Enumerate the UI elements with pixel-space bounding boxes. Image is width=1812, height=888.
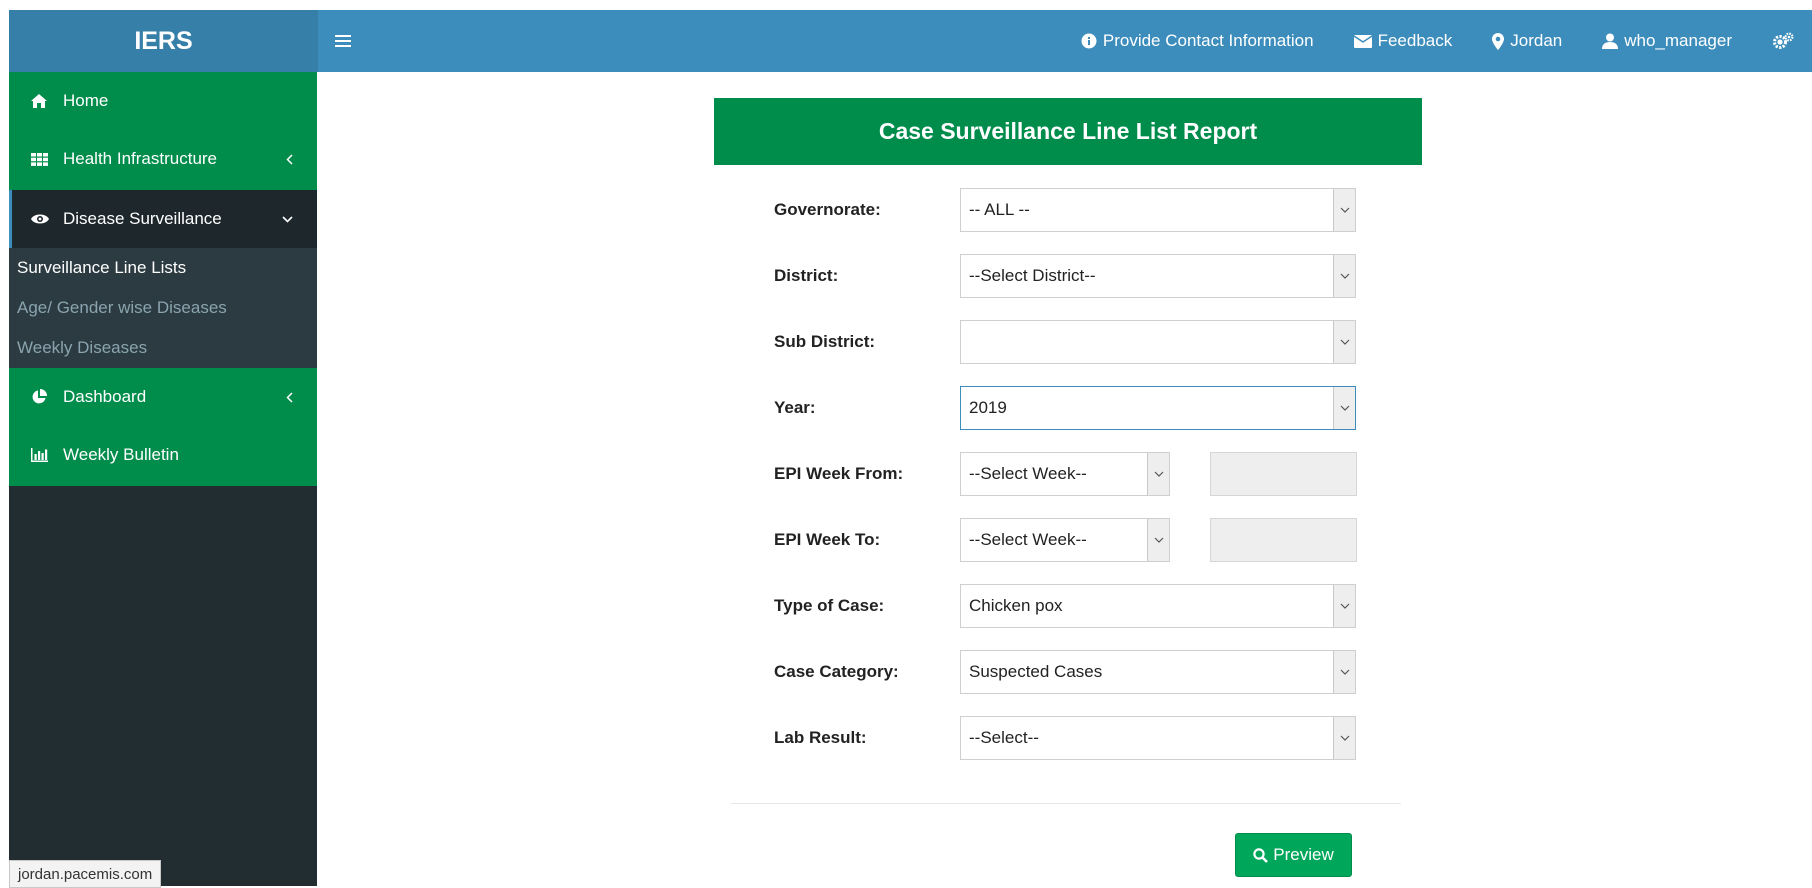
chevron-down-icon bbox=[282, 190, 293, 248]
governorate-label: Governorate: bbox=[774, 200, 881, 219]
user-icon bbox=[1602, 33, 1619, 49]
epi-week-to-value: --Select Week-- bbox=[969, 530, 1087, 549]
year-select[interactable]: 2019 bbox=[960, 386, 1356, 430]
info-circle-icon bbox=[1081, 33, 1097, 49]
provide-contact-label: Provide Contact Information bbox=[1102, 31, 1314, 50]
feedback-link[interactable]: Feedback bbox=[1353, 31, 1453, 51]
epi-week-to-select[interactable]: --Select Week-- bbox=[960, 518, 1170, 562]
menu-toggle-button[interactable] bbox=[335, 10, 375, 72]
case-category-label: Case Category: bbox=[774, 662, 899, 681]
chevron-down-icon bbox=[1147, 453, 1169, 495]
chevron-down-icon bbox=[1333, 387, 1355, 429]
epi-week-from-label: EPI Week From: bbox=[774, 464, 904, 483]
submenu-item-surveillance-line-lists[interactable]: Surveillance Line Lists bbox=[17, 248, 186, 288]
location-link[interactable]: Jordan bbox=[1492, 31, 1562, 51]
submenu-item-weekly-diseases[interactable]: Weekly Diseases bbox=[17, 328, 147, 368]
search-icon bbox=[1253, 847, 1269, 863]
form-divider bbox=[731, 803, 1401, 804]
pie-chart-icon bbox=[31, 389, 53, 405]
chevron-down-icon bbox=[1333, 651, 1355, 693]
hamburger-icon bbox=[335, 35, 351, 47]
sub-district-select[interactable] bbox=[960, 320, 1356, 364]
year-label: Year: bbox=[774, 398, 816, 417]
sidebar-item-label: Dashboard bbox=[63, 387, 147, 406]
location-label: Jordan bbox=[1510, 31, 1563, 50]
sidebar-item-label: Home bbox=[63, 91, 109, 110]
district-value: --Select District-- bbox=[969, 266, 1096, 285]
gears-icon bbox=[1773, 32, 1794, 49]
submenu-item-age-gender-diseases[interactable]: Age/ Gender wise Diseases bbox=[17, 288, 227, 328]
settings-button[interactable] bbox=[1772, 32, 1800, 50]
sidebar-item-label: Weekly Bulletin bbox=[63, 445, 179, 464]
eye-icon bbox=[31, 213, 53, 225]
epi-week-from-value: --Select Week-- bbox=[969, 464, 1087, 483]
year-value: 2019 bbox=[969, 398, 1007, 417]
top-navbar: IERS Provide Contact Information Feedbac… bbox=[9, 10, 1812, 72]
feedback-label: Feedback bbox=[1377, 31, 1453, 50]
sub-district-label: Sub District: bbox=[774, 332, 876, 351]
report-title: Case Surveillance Line List Report bbox=[714, 98, 1422, 165]
sidebar-item-label: Disease Surveillance bbox=[63, 209, 222, 228]
epi-week-from-select[interactable]: --Select Week-- bbox=[960, 452, 1170, 496]
district-label: District: bbox=[774, 266, 839, 285]
home-icon bbox=[31, 94, 53, 108]
chevron-down-icon bbox=[1333, 585, 1355, 627]
epi-week-to-date-field bbox=[1210, 518, 1357, 562]
epi-week-from-date-field bbox=[1210, 452, 1357, 496]
type-of-case-label: Type of Case: bbox=[774, 596, 885, 615]
type-of-case-select[interactable]: Chicken pox bbox=[960, 584, 1356, 628]
preview-button[interactable]: Preview bbox=[1235, 833, 1352, 877]
sidebar-item-dashboard[interactable]: Dashboard bbox=[9, 368, 317, 426]
case-category-value: Suspected Cases bbox=[969, 662, 1103, 681]
sidebar-item-weekly-bulletin[interactable]: Weekly Bulletin bbox=[9, 426, 317, 484]
sidebar-item-label: Health Infrastructure bbox=[63, 149, 218, 168]
chevron-left-icon bbox=[286, 368, 293, 426]
user-menu[interactable]: who_manager bbox=[1602, 31, 1732, 51]
sidebar-item-health-infrastructure[interactable]: Health Infrastructure bbox=[9, 130, 317, 188]
app-logo[interactable]: IERS bbox=[9, 10, 318, 72]
chevron-left-icon bbox=[286, 130, 293, 188]
navbar-right: Provide Contact Information Feedback Jor… bbox=[1081, 10, 1812, 72]
lab-result-select[interactable]: --Select-- bbox=[960, 716, 1356, 760]
sidebar-submenu: Surveillance Line Lists Age/ Gender wise… bbox=[9, 248, 317, 368]
type-of-case-value: Chicken pox bbox=[969, 596, 1063, 615]
user-label: who_manager bbox=[1624, 31, 1732, 50]
sidebar: Home Health Infrastructure Disease Surve… bbox=[9, 72, 317, 886]
preview-label: Preview bbox=[1273, 845, 1334, 864]
chevron-down-icon bbox=[1147, 519, 1169, 561]
chevron-down-icon bbox=[1333, 321, 1355, 363]
chevron-down-icon bbox=[1333, 717, 1355, 759]
bar-chart-icon bbox=[31, 448, 53, 462]
lab-result-label: Lab Result: bbox=[774, 728, 867, 747]
envelope-icon bbox=[1353, 34, 1372, 48]
case-category-select[interactable]: Suspected Cases bbox=[960, 650, 1356, 694]
status-url-tooltip: jordan.pacemis.com bbox=[9, 860, 162, 888]
sidebar-item-home[interactable]: Home bbox=[9, 72, 317, 130]
chevron-down-icon bbox=[1333, 189, 1355, 231]
lab-result-value: --Select-- bbox=[969, 728, 1039, 747]
provide-contact-link[interactable]: Provide Contact Information bbox=[1081, 31, 1314, 51]
epi-week-to-label: EPI Week To: bbox=[774, 530, 881, 549]
grid-icon bbox=[31, 152, 53, 166]
governorate-select[interactable]: -- ALL -- bbox=[960, 188, 1356, 232]
chevron-down-icon bbox=[1333, 255, 1355, 297]
district-select[interactable]: --Select District-- bbox=[960, 254, 1356, 298]
sidebar-item-disease-surveillance[interactable]: Disease Surveillance bbox=[9, 190, 317, 248]
governorate-value: -- ALL -- bbox=[969, 200, 1030, 219]
map-marker-icon bbox=[1492, 32, 1505, 50]
